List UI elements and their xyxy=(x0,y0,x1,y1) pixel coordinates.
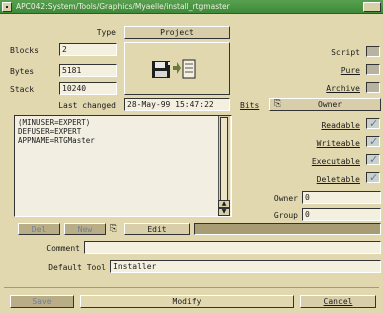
writeable-checkbox[interactable] xyxy=(366,135,380,148)
type-label: Type xyxy=(96,28,116,37)
new-button[interactable]: New xyxy=(64,223,106,235)
del-button[interactable]: Del xyxy=(18,223,60,235)
blocks-label: Blocks xyxy=(10,46,39,55)
floppy-disk-icon xyxy=(152,59,196,79)
last-changed-value: 28-May-99 15:47:22 xyxy=(124,98,230,111)
script-label: Script xyxy=(331,48,360,57)
cancel-button-label: Cancel xyxy=(323,297,353,306)
default-tool-label: Default Tool xyxy=(48,263,106,272)
footer-divider xyxy=(4,287,379,288)
tooltype-edit-field[interactable] xyxy=(194,223,381,235)
executable-checkbox[interactable] xyxy=(366,153,380,166)
deletable-label-text: Deletable xyxy=(316,175,360,184)
group-input[interactable]: 0 xyxy=(302,208,381,221)
pure-label-text: Pure xyxy=(340,66,360,75)
scroll-down-icon: ▼ xyxy=(221,208,227,215)
tooltypes-list[interactable]: (MINUSER=EXPERT) DEFUSER=EXPERT APPNAME=… xyxy=(14,115,232,217)
executable-label-text: Executable xyxy=(311,157,360,166)
cycle-icon: ⎘ xyxy=(274,99,282,109)
blocks-value: 2 xyxy=(59,43,117,56)
tooltypes-scroll-knob[interactable] xyxy=(220,117,228,201)
archive-label-text: Archive xyxy=(326,84,360,93)
modify-status: Modify xyxy=(80,295,294,308)
bits-label: Bits xyxy=(240,100,259,111)
tooltype-line[interactable]: (MINUSER=EXPERT) xyxy=(18,118,228,127)
cancel-button[interactable]: Cancel xyxy=(300,295,376,308)
deletable-checkbox[interactable] xyxy=(366,171,380,184)
default-tool-input[interactable]: Installer xyxy=(110,260,381,273)
pure-label: Pure xyxy=(300,65,360,76)
tooltype-line[interactable]: APPNAME=RTGMaster xyxy=(18,136,228,145)
close-gadget[interactable] xyxy=(2,2,12,12)
archive-checkbox[interactable] xyxy=(366,82,380,93)
bits-owner-label: Owner xyxy=(318,100,343,109)
readable-label: Readable xyxy=(290,120,360,131)
stack-label: Stack xyxy=(10,85,35,94)
readable-checkbox[interactable] xyxy=(366,117,380,130)
bits-owner-cycle[interactable]: ⎘ Owner xyxy=(269,98,381,111)
bytes-label: Bytes xyxy=(10,67,35,76)
owner-input[interactable]: 0 xyxy=(302,191,381,204)
comment-input[interactable] xyxy=(84,241,381,254)
deletable-label: Deletable xyxy=(290,174,360,185)
save-button[interactable]: Save xyxy=(10,295,74,308)
scroll-up-button[interactable]: ▲ xyxy=(218,200,230,208)
comment-label: Comment xyxy=(46,244,80,253)
writeable-label: Writeable xyxy=(290,138,360,149)
script-checkbox[interactable] xyxy=(366,46,380,57)
stack-input[interactable]: 10240 xyxy=(59,82,117,95)
readable-label-text: Readable xyxy=(321,121,360,130)
archive-label: Archive xyxy=(300,83,360,94)
bits-label-text: Bits xyxy=(240,101,260,110)
bytes-value: 5181 xyxy=(59,64,117,77)
last-changed-label: Last changed xyxy=(58,101,116,110)
scroll-down-button[interactable]: ▼ xyxy=(218,208,230,216)
executable-label: Executable xyxy=(290,156,360,167)
group-label: Group xyxy=(273,211,298,220)
depth-gadget[interactable] xyxy=(363,2,381,12)
pure-checkbox[interactable] xyxy=(366,64,380,75)
writeable-label-text: Writeable xyxy=(316,139,360,148)
icon-preview xyxy=(124,42,230,95)
owner-label: Owner xyxy=(273,194,298,203)
type-button[interactable]: Project xyxy=(124,26,230,39)
scroll-up-icon: ▲ xyxy=(221,200,227,207)
edit-button[interactable]: Edit xyxy=(124,223,190,235)
tooltype-line[interactable]: DEFUSER=EXPERT xyxy=(18,127,228,136)
edit-cycle-icon: ⎘ xyxy=(110,224,118,234)
window-title: APC042:System/Tools/Graphics/Myaelle/ins… xyxy=(16,2,230,11)
